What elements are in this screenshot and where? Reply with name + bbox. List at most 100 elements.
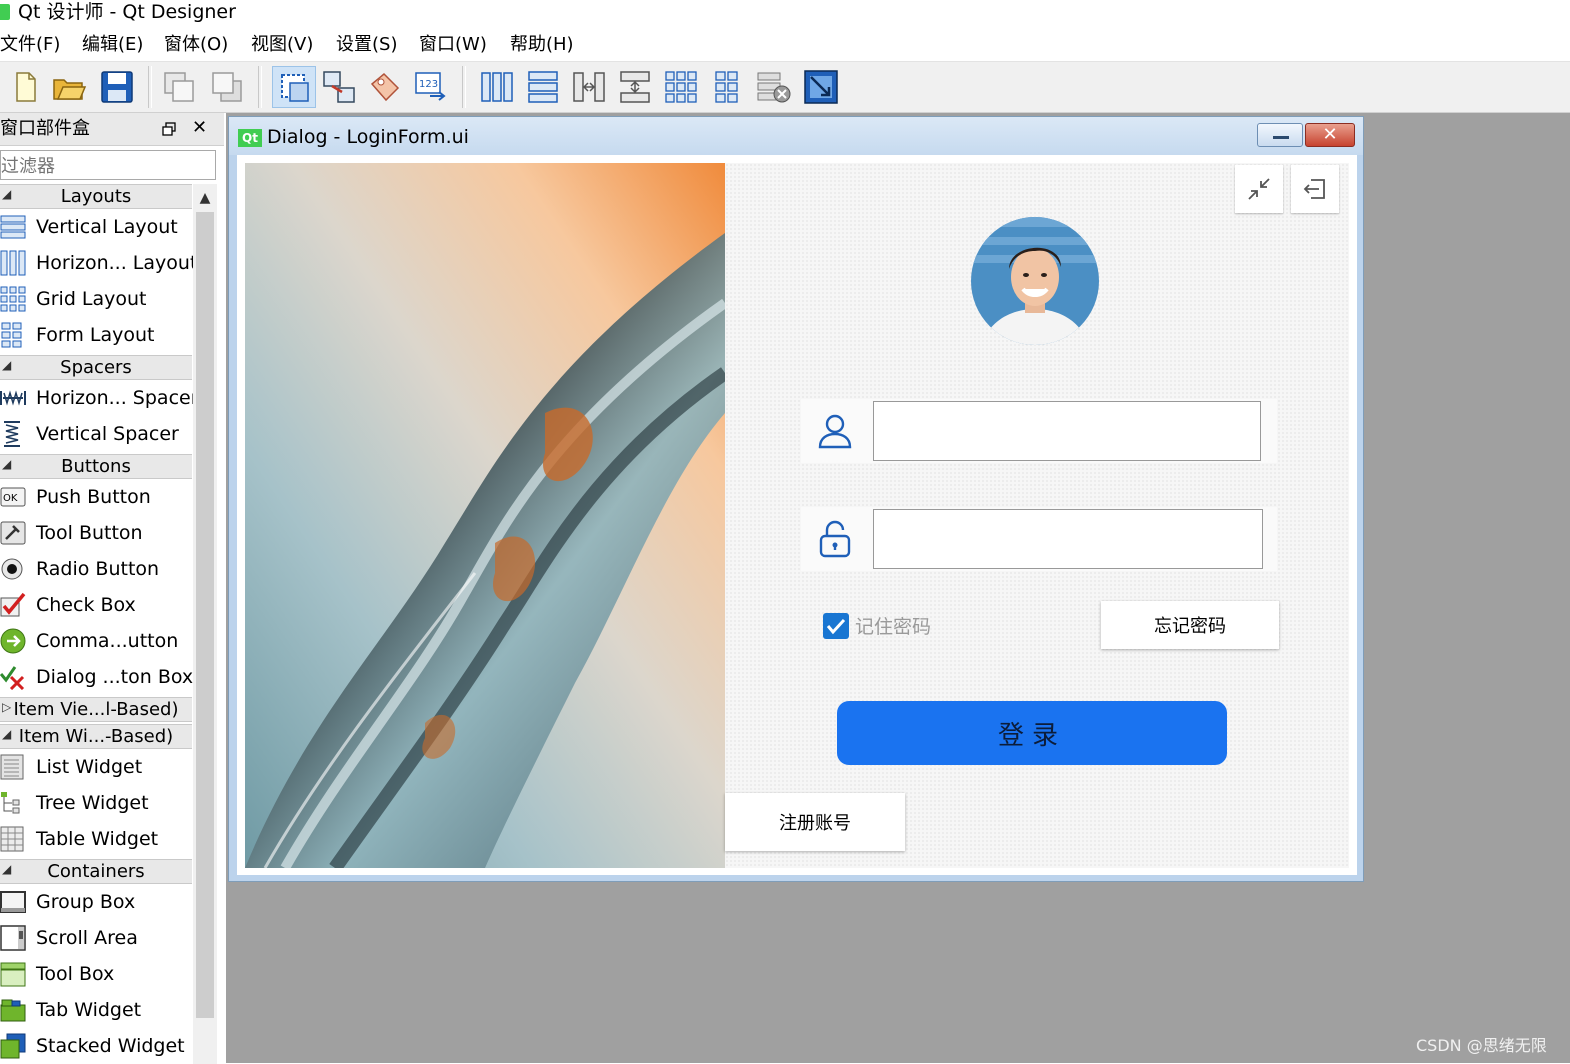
widget-box-header: 窗口部件盒 ✕ [0,113,224,146]
category-label: Spacers [60,357,132,378]
widget-item-form-layout[interactable]: Form Layout [0,317,192,353]
menu-settings[interactable]: 设置(S) [336,32,397,58]
window-title: Qt 设计师 - Qt Designer [18,1,236,23]
menu-file[interactable]: 文件(F) [0,32,60,58]
layout-form-icon[interactable] [708,68,746,106]
new-file-icon[interactable] [6,68,44,106]
menu-help[interactable]: 帮助(H) [510,32,574,58]
widget-item-label: Grid Layout [36,288,147,310]
category-item-views[interactable]: ▷ Item Vie...l-Based) [0,697,192,722]
layout-vertical-icon[interactable] [524,68,562,106]
command-link-icon [0,628,26,654]
minimize-window-button[interactable] [1235,165,1283,213]
exit-window-button[interactable] [1291,165,1339,213]
menu-edit[interactable]: 编辑(E) [82,32,143,58]
edit-widgets-icon[interactable] [272,66,316,108]
category-spacers[interactable]: ◢ Spacers [0,355,192,380]
tab-widget-icon [0,997,26,1023]
toolbar-separator [258,66,262,108]
widget-item-command-link-button[interactable]: Comma...utton [0,623,192,659]
widget-item-push-button[interactable]: OK Push Button [0,479,192,515]
menu-form[interactable]: 窗体(O) [164,32,228,58]
shrink-icon [1248,178,1270,200]
edit-tab-order-icon[interactable]: 123 [412,68,450,106]
password-row [801,507,1277,571]
radio-button-icon [0,556,26,582]
category-layouts[interactable]: ◢ Layouts [0,184,192,209]
widget-item-vertical-layout[interactable]: Vertical Layout [0,209,192,245]
close-button[interactable]: ✕ [1305,123,1355,147]
bring-front-icon[interactable] [208,68,246,106]
widget-item-tab-widget[interactable]: Tab Widget [0,992,192,1028]
widget-item-label: Scroll Area [36,927,138,949]
subwindow-title-bar[interactable]: Qt Dialog - LoginForm.ui ✕ [229,117,1363,155]
register-account-button[interactable]: 注册账号 [725,793,905,851]
widget-item-tool-button[interactable]: Tool Button [0,515,192,551]
float-icon[interactable] [162,121,176,136]
widget-item-dialog-button-box[interactable]: Dialog ...ton Box [0,659,194,695]
save-icon[interactable] [98,68,136,106]
toolbar: 123 [0,61,1570,113]
login-button[interactable]: 登录 [837,701,1227,765]
widget-item-tree-widget[interactable]: Tree Widget [0,785,192,821]
check-box-icon [0,592,26,618]
adjust-size-icon[interactable] [802,68,840,106]
widget-item-list-widget[interactable]: List Widget [0,749,192,785]
widget-item-label: Group Box [36,891,136,913]
stacked-widget-icon [0,1033,26,1059]
scroll-up-icon[interactable]: ▲ [193,186,217,210]
widget-item-horizontal-layout[interactable]: Horizon... Layout [0,245,197,281]
layout-horizontal-splitter-icon[interactable] [570,68,608,106]
widget-item-scroll-area[interactable]: Scroll Area [0,920,192,956]
edit-signals-icon[interactable] [320,68,358,106]
widget-item-group-box[interactable]: Group Box [0,884,192,920]
forgot-password-button[interactable]: 忘记密码 [1101,601,1279,649]
qt-app-icon [0,4,10,20]
send-back-icon[interactable] [160,68,198,106]
category-buttons[interactable]: ◢ Buttons [0,454,192,479]
tool-box-icon [0,961,26,987]
filter-input[interactable] [0,150,216,180]
layout-grid-icon[interactable] [662,68,700,106]
widget-box-panel: 窗口部件盒 ✕ ◢ Layouts Vertical Layout Horizo… [0,113,224,1064]
toolbar-separator [462,66,466,108]
category-containers[interactable]: ◢ Containers [0,859,192,884]
username-input[interactable] [873,401,1261,461]
scrollbar-thumb[interactable] [196,212,214,1018]
widget-item-label: Comma...utton [36,630,179,652]
tree-widget-icon [0,790,26,816]
subwindow-title: Dialog - LoginForm.ui [267,126,469,148]
toolbar-separator [148,66,152,108]
password-input[interactable] [873,509,1263,569]
widget-item-label: Dialog ...ton Box [36,666,194,688]
break-layout-icon[interactable] [754,68,792,106]
widget-item-grid-layout[interactable]: Grid Layout [0,281,192,317]
widget-item-tool-box[interactable]: Tool Box [0,956,192,992]
category-item-widgets[interactable]: ◢ Item Wi...-Based) [0,724,192,749]
menu-window[interactable]: 窗口(W) [419,32,487,58]
remember-checkbox[interactable] [823,613,849,639]
widget-item-check-box[interactable]: Check Box [0,587,192,623]
layout-vertical-splitter-icon[interactable] [616,68,654,106]
menu-view[interactable]: 视图(V) [251,32,313,58]
widget-box-scrollbar[interactable]: ▲ [193,184,217,1064]
layout-horizontal-icon[interactable] [478,68,516,106]
edit-buddies-icon[interactable] [366,68,404,106]
username-row [801,399,1277,463]
push-button-icon: OK [0,484,26,510]
widget-item-vertical-spacer[interactable]: Vertical Spacer [0,416,192,452]
login-form-area: 记住密码 忘记密码 登录 注册账号 [725,163,1349,868]
widget-item-label: Tool Button [36,522,143,544]
widget-item-label: Push Button [36,486,151,508]
svg-text:123: 123 [419,79,438,90]
minimize-button[interactable] [1257,123,1303,147]
form-subwindow: Qt Dialog - LoginForm.ui ✕ 记住密码 忘记密码 登录 … [228,116,1364,882]
category-label: Item Wi...-Based) [18,726,174,747]
open-folder-icon[interactable] [50,68,88,106]
remember-password-label[interactable]: 记住密码 [855,613,931,641]
close-icon[interactable]: ✕ [192,119,207,137]
widget-item-table-widget[interactable]: Table Widget [0,821,192,857]
widget-item-horizontal-spacer[interactable]: Horizon... Spacer [0,380,199,416]
widget-item-stacked-widget[interactable]: Stacked Widget [0,1028,192,1064]
widget-item-radio-button[interactable]: Radio Button [0,551,192,587]
